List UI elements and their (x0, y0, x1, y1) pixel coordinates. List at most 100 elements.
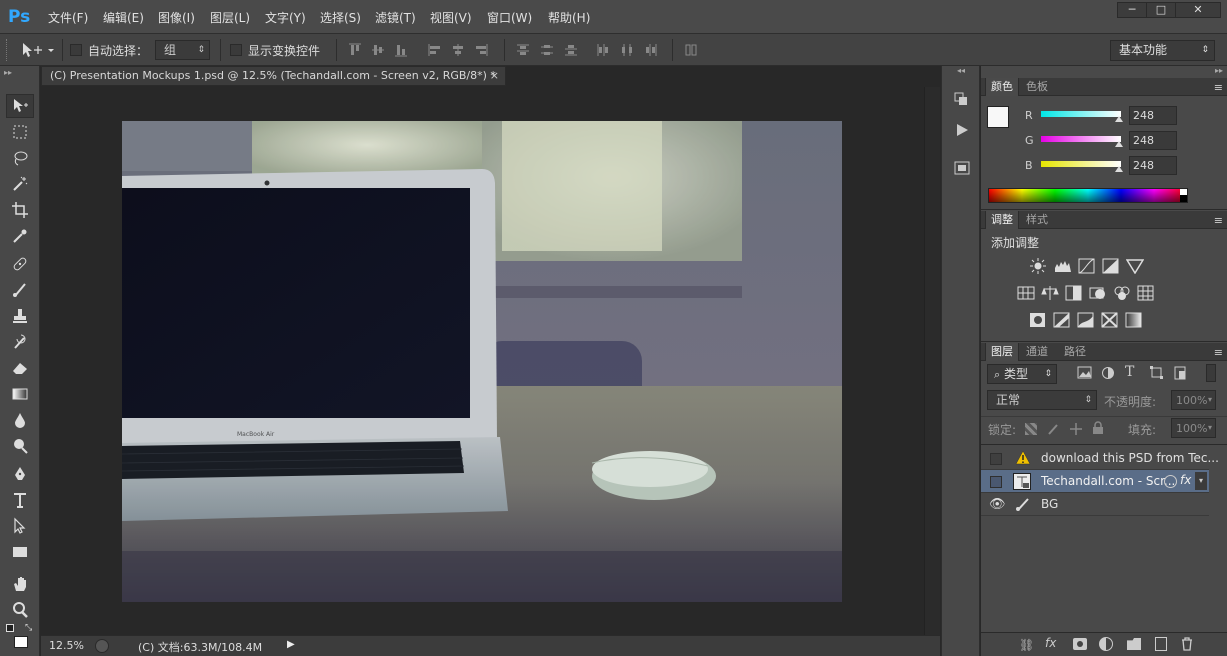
panel-menu-icon[interactable]: ≡ (1214, 81, 1223, 94)
tab-channels[interactable]: 通道 (1021, 343, 1053, 361)
curves-icon[interactable] (1078, 258, 1096, 274)
tab-styles[interactable]: 样式 (1021, 211, 1053, 229)
gradient-map-icon[interactable] (1125, 312, 1143, 328)
document-tab[interactable]: (C) Presentation Mockups 1.psd @ 12.5% (… (41, 66, 506, 86)
menu-type[interactable]: 文字(Y) (265, 9, 306, 26)
options-grip[interactable] (6, 39, 9, 61)
properties-panel-icon[interactable] (952, 158, 972, 178)
distribute-top-icon[interactable] (516, 43, 530, 57)
posterize-icon[interactable] (1053, 312, 1071, 328)
foreground-color-swatch[interactable] (14, 636, 28, 648)
gradient-tool[interactable] (6, 382, 34, 406)
align-vcenter-icon[interactable] (371, 43, 385, 57)
filter-smart-object-icon[interactable] (1173, 366, 1189, 380)
green-slider[interactable] (1041, 136, 1123, 147)
swap-colors-icon[interactable]: ⤡ (25, 623, 32, 633)
layer-fx-icon[interactable]: fx (1180, 473, 1191, 487)
menu-edit[interactable]: 编辑(E) (103, 9, 144, 26)
collapse-panels-icon[interactable]: ▸▸ (1215, 66, 1223, 75)
slider-thumb-icon[interactable] (1114, 116, 1123, 122)
expand-dock-icon[interactable]: ◂◂ (942, 66, 980, 76)
layer-row[interactable]: 👁 BG (981, 493, 1209, 516)
color-lookup-icon[interactable] (1137, 285, 1155, 301)
slider-thumb-icon[interactable] (1114, 166, 1123, 172)
status-menu-arrow-icon[interactable]: ▶ (287, 639, 297, 653)
menu-file[interactable]: 文件(F) (48, 9, 88, 26)
add-layer-style-icon[interactable]: fx (1045, 636, 1056, 650)
blue-slider[interactable] (1041, 161, 1123, 172)
healing-brush-tool[interactable] (6, 252, 34, 276)
brush-tool[interactable] (6, 278, 34, 302)
align-hcenter-icon[interactable] (451, 43, 465, 57)
menu-image[interactable]: 图像(I) (158, 9, 195, 26)
type-tool[interactable] (6, 488, 34, 512)
pen-tool[interactable] (6, 462, 34, 486)
align-right-icon[interactable] (474, 43, 488, 57)
hue-saturation-icon[interactable] (1017, 285, 1035, 301)
distribute-vcenter-icon[interactable] (540, 43, 554, 57)
green-value-field[interactable]: 248 (1129, 131, 1177, 150)
tab-paths[interactable]: 路径 (1059, 343, 1091, 361)
color-balance-icon[interactable] (1041, 285, 1059, 301)
align-top-icon[interactable] (348, 43, 362, 57)
red-slider[interactable] (1041, 111, 1123, 122)
align-left-icon[interactable] (428, 43, 442, 57)
align-bottom-icon[interactable] (394, 43, 408, 57)
menu-layer[interactable]: 图层(L) (210, 9, 250, 26)
distribute-left-icon[interactable] (596, 43, 610, 57)
trash-icon[interactable] (1181, 637, 1193, 651)
blur-tool[interactable] (6, 408, 34, 432)
tab-color[interactable]: 颜色 (985, 78, 1019, 96)
add-mask-icon[interactable] (1073, 638, 1087, 650)
fill-field[interactable]: 100% ▾ (1171, 418, 1216, 438)
auto-select-checkbox[interactable] (70, 44, 82, 56)
clone-stamp-tool[interactable] (6, 304, 34, 328)
dodge-tool[interactable] (6, 434, 34, 458)
filter-adjustment-icon[interactable] (1101, 366, 1117, 380)
minimize-button[interactable]: ─ (1117, 2, 1147, 18)
move-tool[interactable] (6, 94, 34, 118)
lock-transparency-icon[interactable] (1025, 423, 1037, 435)
shape-tool[interactable] (6, 540, 34, 564)
menu-help[interactable]: 帮助(H) (548, 9, 590, 26)
opacity-field[interactable]: 100% ▾ (1171, 390, 1216, 410)
auto-align-icon[interactable] (684, 43, 698, 57)
layer-filter-dropdown[interactable]: ⌕ 类型 ⇕ (987, 364, 1057, 384)
new-adjustment-layer-icon[interactable] (1099, 637, 1113, 651)
blend-mode-dropdown[interactable]: 正常 ⇕ (987, 390, 1097, 410)
filter-type-icon[interactable]: T (1125, 364, 1141, 380)
slider-thumb-icon[interactable] (1114, 141, 1123, 147)
distribute-hcenter-icon[interactable] (620, 43, 634, 57)
selective-color-icon[interactable] (1101, 312, 1119, 328)
lasso-tool[interactable] (6, 146, 34, 170)
lock-position-icon[interactable] (1069, 422, 1083, 436)
menu-window[interactable]: 窗口(W) (487, 9, 532, 26)
vibrance-icon[interactable] (1125, 258, 1145, 275)
tab-adjustments[interactable]: 调整 (985, 211, 1019, 229)
foreground-swatch[interactable] (987, 106, 1009, 128)
filter-toggle-switch[interactable] (1206, 364, 1216, 382)
tab-layers[interactable]: 图层 (985, 343, 1019, 361)
menu-view[interactable]: 视图(V) (430, 9, 472, 26)
history-panel-icon[interactable] (952, 90, 972, 110)
filter-pixel-icon[interactable] (1077, 366, 1093, 380)
marquee-tool[interactable] (6, 120, 34, 144)
magic-wand-tool[interactable] (6, 172, 34, 196)
menu-filter[interactable]: 滤镜(T) (375, 9, 416, 26)
show-transform-checkbox[interactable] (230, 44, 242, 56)
layer-link-icon[interactable] (1164, 475, 1177, 488)
zoom-tool[interactable] (6, 598, 34, 622)
history-brush-tool[interactable] (6, 330, 34, 354)
expand-effects-icon[interactable]: ▾ (1195, 472, 1207, 490)
close-document-icon[interactable]: × (490, 67, 499, 85)
exposure-icon[interactable] (1102, 258, 1120, 274)
document-canvas-image[interactable]: MacBook Air (122, 121, 842, 602)
panel-menu-icon[interactable]: ≡ (1214, 214, 1223, 227)
actions-play-icon[interactable] (952, 120, 972, 140)
default-colors-icon[interactable] (6, 624, 14, 632)
link-layers-icon[interactable]: ⛓ (1019, 638, 1035, 652)
red-value-field[interactable]: 248 (1129, 106, 1177, 125)
distribute-bottom-icon[interactable] (564, 43, 578, 57)
tool-preset-picker[interactable] (18, 41, 58, 59)
menu-select[interactable]: 选择(S) (320, 9, 361, 26)
